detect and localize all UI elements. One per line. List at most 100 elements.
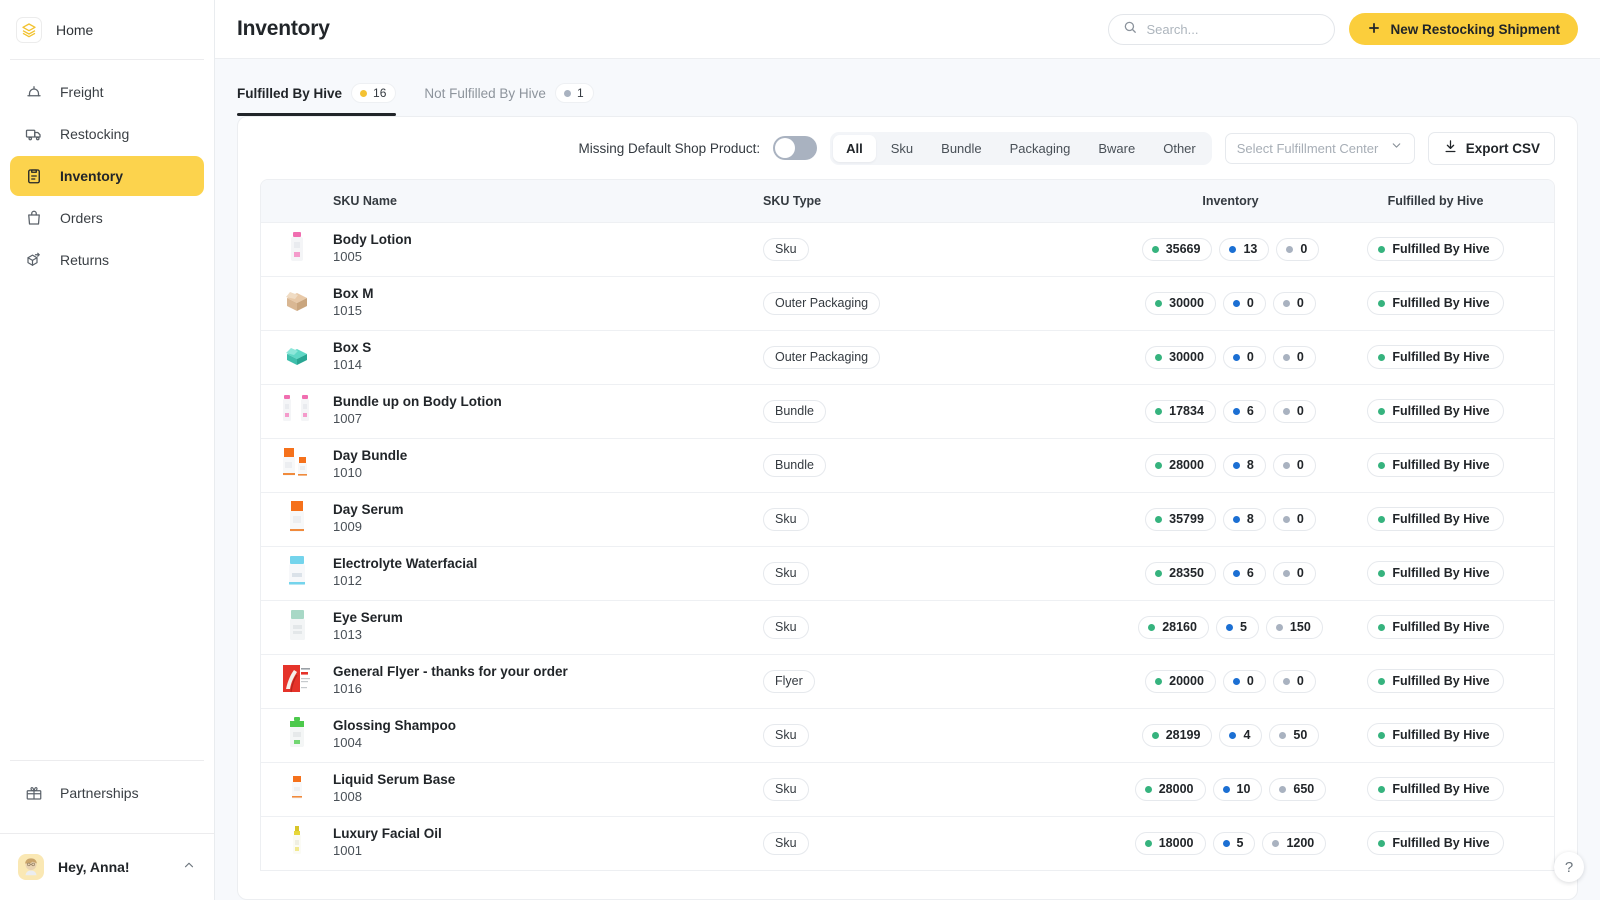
table-row[interactable]: Day Bundle1010Bundle2800080Fulfilled By …	[261, 438, 1555, 492]
user-menu-button[interactable]: Hey, Anna!	[0, 834, 214, 900]
inventory-damaged-value: 0	[1297, 566, 1304, 580]
table-row[interactable]: Box S1014Outer Packaging3000000Fulfilled…	[261, 330, 1555, 384]
row-type-cell: Outer Packaging	[763, 330, 1123, 384]
sidebar-item-freight[interactable]: Freight	[10, 72, 204, 112]
inventory-available-badge: 28199	[1142, 724, 1213, 747]
row-inventory-cell: 2800010650	[1123, 762, 1338, 816]
inventory-reserved-value: 5	[1237, 836, 1244, 850]
filter-sku[interactable]: Sku	[878, 135, 926, 162]
status-dot	[1229, 732, 1236, 739]
row-thumbnail-cell	[261, 708, 333, 762]
row-type-cell: Bundle	[763, 384, 1123, 438]
lotion-pink-thumb	[282, 230, 312, 264]
inventory-available-badge: 30000	[1145, 346, 1216, 369]
row-menu-button[interactable]	[1533, 295, 1555, 311]
sku-id: 1014	[333, 357, 763, 374]
table-row[interactable]: Electrolyte Waterfacial1012Sku2835060Ful…	[261, 546, 1555, 600]
flyer-red-thumb	[282, 662, 312, 696]
row-actions-cell	[1533, 330, 1555, 384]
row-name-cell: Box M1015	[333, 276, 763, 330]
sidebar-item-restocking[interactable]: Restocking	[10, 114, 204, 154]
sku-name: Glossing Shampoo	[333, 718, 763, 735]
inventory-available-badge: 35799	[1145, 508, 1216, 531]
filter-bware[interactable]: Bware	[1085, 135, 1148, 162]
inventory-reserved-value: 4	[1243, 728, 1250, 742]
table-row[interactable]: Liquid Serum Base1008Sku2800010650Fulfil…	[261, 762, 1555, 816]
inventory-available-value: 28000	[1159, 782, 1194, 796]
row-menu-button[interactable]	[1533, 457, 1555, 473]
fulfilled-label: Fulfilled By Hive	[1392, 350, 1489, 364]
inventory-available-value: 18000	[1159, 836, 1194, 850]
filter-bundle[interactable]: Bundle	[928, 135, 994, 162]
sku-name: Day Serum	[333, 502, 763, 519]
row-menu-button[interactable]	[1533, 241, 1555, 257]
search-box[interactable]	[1108, 14, 1335, 45]
bottle-blue-thumb	[282, 554, 312, 588]
inventory-damaged-value: 150	[1290, 620, 1311, 634]
sidebar-item-returns[interactable]: Returns	[10, 240, 204, 280]
table-row[interactable]: Bundle up on Body Lotion1007Bundle178346…	[261, 384, 1555, 438]
row-name-cell: Bundle up on Body Lotion1007	[333, 384, 763, 438]
table-row[interactable]: Glossing Shampoo1004Sku28199450Fulfilled…	[261, 708, 1555, 762]
export-csv-button[interactable]: Export CSV	[1428, 132, 1555, 165]
user-greeting: Hey, Anna!	[58, 859, 168, 875]
status-dot	[1155, 408, 1162, 415]
sku-name: Body Lotion	[333, 232, 763, 249]
row-menu-button[interactable]	[1533, 565, 1555, 581]
inventory-reserved-badge: 0	[1223, 346, 1266, 369]
row-menu-button[interactable]	[1533, 511, 1555, 527]
inventory-damaged-value: 0	[1297, 404, 1304, 418]
fulfillment-center-select[interactable]: Select Fulfillment Center	[1225, 133, 1415, 164]
column-fulfilled-by-hive: Fulfilled by Hive	[1338, 180, 1533, 222]
fulfilled-badge: Fulfilled By Hive	[1367, 291, 1503, 315]
table-row[interactable]: Body Lotion1005Sku35669130Fulfilled By H…	[261, 222, 1555, 276]
status-dot	[1283, 462, 1290, 469]
tab-count: 16	[373, 86, 386, 100]
inventory-reserved-badge: 4	[1219, 724, 1262, 747]
inventory-damaged-badge: 0	[1276, 238, 1319, 261]
status-dot	[1378, 786, 1385, 793]
inventory-damaged-badge: 150	[1266, 616, 1323, 639]
fulfilled-badge: Fulfilled By Hive	[1367, 615, 1503, 639]
row-menu-button[interactable]	[1533, 673, 1555, 689]
tab-fulfilled-by-hive[interactable]: Fulfilled By Hive 16	[237, 83, 396, 116]
box-teal-thumb	[282, 338, 312, 372]
sidebar-item-partnerships[interactable]: Partnerships	[10, 773, 204, 813]
tab-not-fulfilled-by-hive[interactable]: Not Fulfilled By Hive 1	[424, 83, 593, 116]
search-input[interactable]	[1146, 22, 1320, 37]
row-menu-button[interactable]	[1533, 727, 1555, 743]
row-menu-button[interactable]	[1533, 781, 1555, 797]
chevron-up-icon[interactable]	[182, 858, 196, 877]
sku-id: 1012	[333, 573, 763, 590]
row-menu-button[interactable]	[1533, 835, 1555, 851]
table-row[interactable]: Luxury Facial Oil1001Sku1800051200Fulfil…	[261, 816, 1555, 870]
row-fulfilled-cell: Fulfilled By Hive	[1338, 492, 1533, 546]
sidebar-item-orders[interactable]: Orders	[10, 198, 204, 238]
sku-name: Liquid Serum Base	[333, 772, 763, 789]
sidebar-item-inventory[interactable]: Inventory	[10, 156, 204, 196]
filter-other[interactable]: Other	[1150, 135, 1209, 162]
table-row[interactable]: Box M1015Outer Packaging3000000Fulfilled…	[261, 276, 1555, 330]
table-row[interactable]: Day Serum1009Sku3579980Fulfilled By Hive	[261, 492, 1555, 546]
row-menu-button[interactable]	[1533, 349, 1555, 365]
row-menu-button[interactable]	[1533, 403, 1555, 419]
inventory-available-badge: 35669	[1142, 238, 1213, 261]
inventory-damaged-badge: 0	[1273, 670, 1316, 693]
row-menu-button[interactable]	[1533, 619, 1555, 635]
table-row[interactable]: General Flyer - thanks for your order101…	[261, 654, 1555, 708]
new-restocking-shipment-button[interactable]: New Restocking Shipment	[1349, 13, 1578, 45]
sku-type-badge: Sku	[763, 832, 809, 855]
filter-all[interactable]: All	[833, 135, 876, 162]
filter-bar: Missing Default Shop Product: All Sku Bu…	[238, 117, 1577, 179]
inventory-reserved-value: 0	[1247, 674, 1254, 688]
table-row[interactable]: Eye Serum1013Sku281605150Fulfilled By Hi…	[261, 600, 1555, 654]
row-type-cell: Sku	[763, 708, 1123, 762]
freight-icon	[24, 82, 44, 102]
missing-default-shop-product-toggle[interactable]	[773, 136, 817, 160]
status-dot	[1233, 678, 1240, 685]
inventory-damaged-value: 0	[1297, 512, 1304, 526]
sidebar-item-home[interactable]: Home	[0, 0, 214, 59]
inventory-available-badge: 30000	[1145, 292, 1216, 315]
filter-packaging[interactable]: Packaging	[997, 135, 1084, 162]
help-button[interactable]: ?	[1554, 852, 1584, 882]
